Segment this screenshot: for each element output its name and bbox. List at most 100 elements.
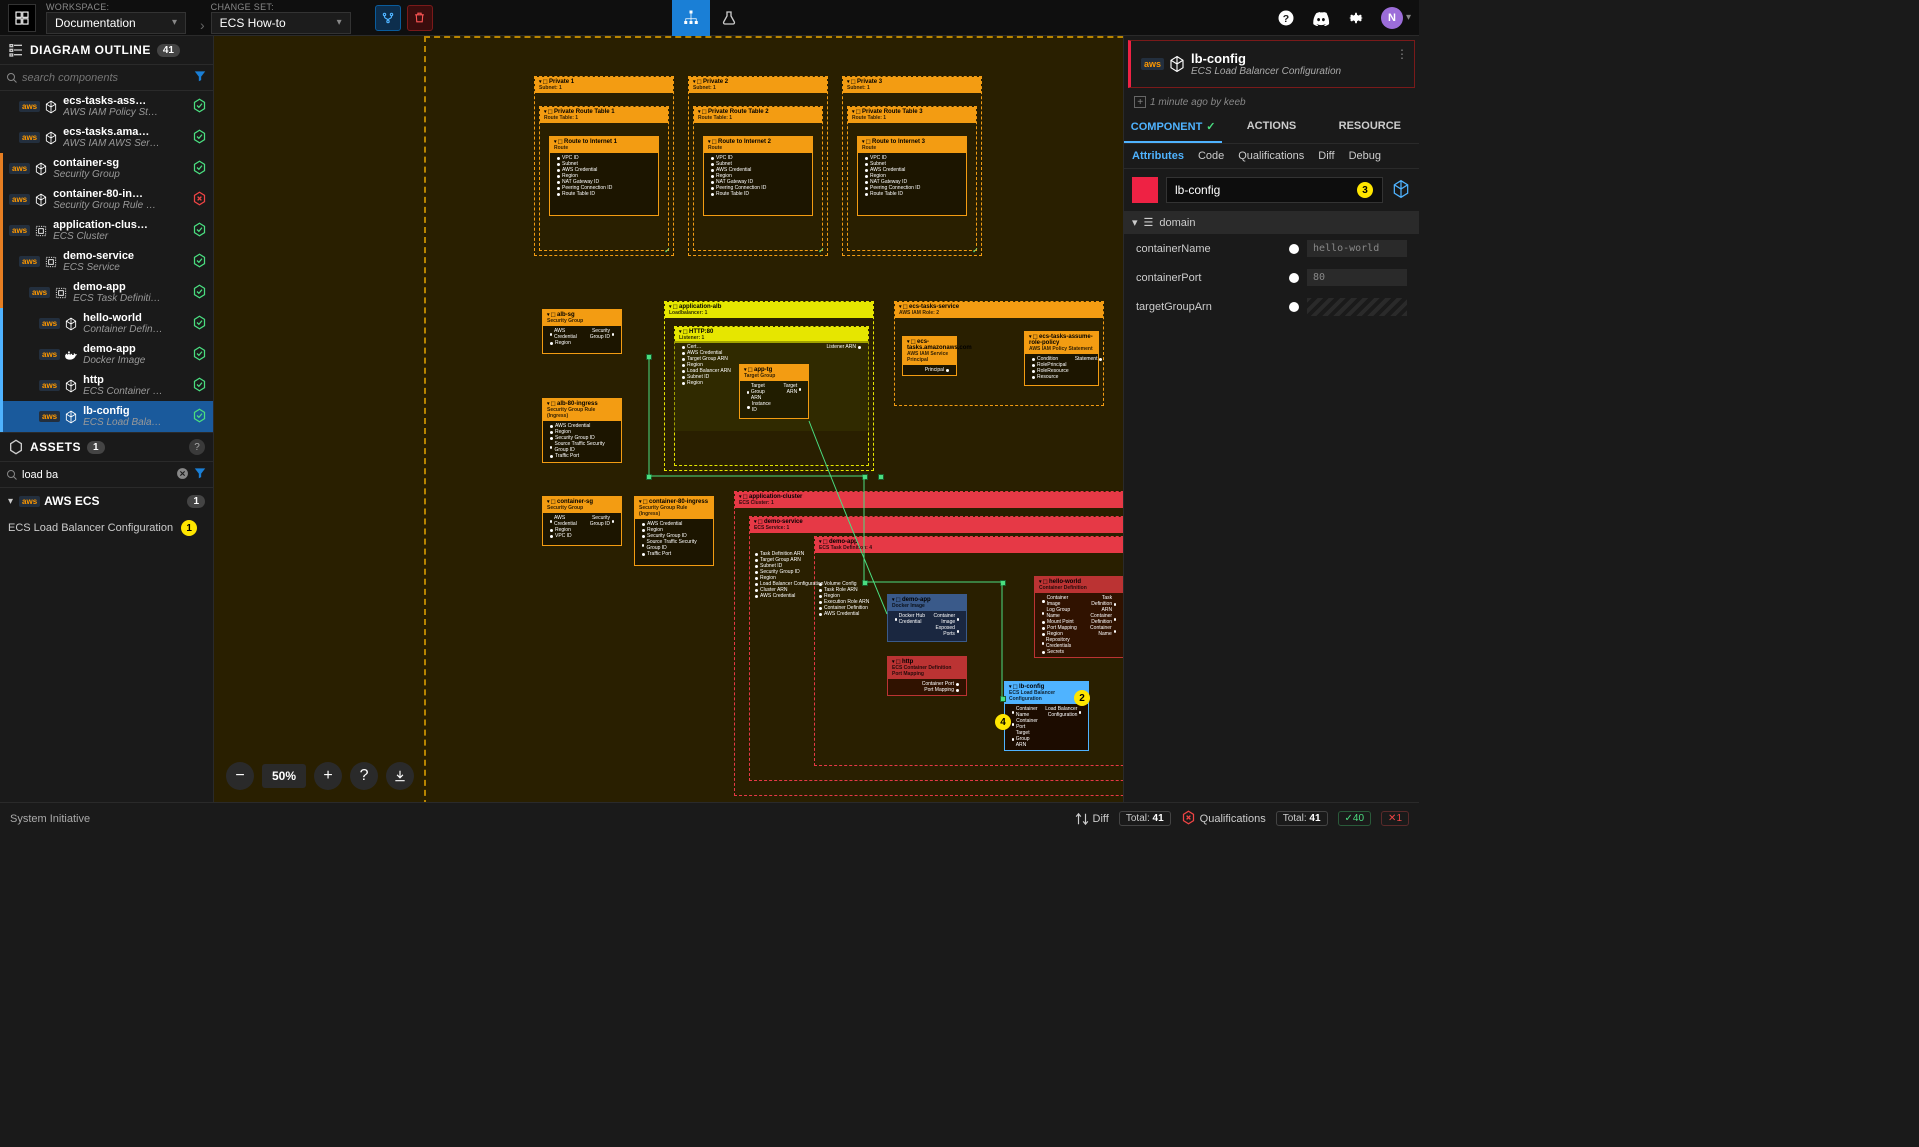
aws-badge-icon: aws: [39, 411, 60, 422]
breadcrumb-arrow-icon: ›: [200, 17, 205, 33]
diff-status[interactable]: Diff: [1075, 812, 1109, 826]
filter-icon[interactable]: [193, 466, 207, 483]
subtab-code[interactable]: Code: [1198, 150, 1224, 162]
right-panel: aws lb-config ECS Load Balancer Configur…: [1123, 36, 1419, 802]
annotation-4: 4: [995, 714, 1011, 730]
qualifications-status[interactable]: Qualifications: [1181, 810, 1266, 828]
delete-button[interactable]: [407, 5, 433, 31]
outline-item[interactable]: awscontainer-sgSecurity Group: [0, 153, 213, 184]
component-header: aws lb-config ECS Load Balancer Configur…: [1128, 40, 1415, 88]
canvas-node[interactable]: ▾ ⬚ alb-80-ingressSecurity Group Rule (I…: [542, 398, 622, 463]
outline-tree: awsecs-tasks-ass…AWS IAM Policy St…awsec…: [0, 91, 213, 432]
download-button[interactable]: [386, 762, 414, 790]
component-type-icon[interactable]: [1391, 179, 1411, 202]
node-type-icon: [44, 255, 58, 269]
discord-icon[interactable]: [1311, 10, 1331, 26]
zoom-out-button[interactable]: −: [226, 762, 254, 790]
app-logo[interactable]: [8, 4, 36, 32]
diagram-view-tab[interactable]: [672, 0, 710, 36]
subtab-qualifications[interactable]: Qualifications: [1238, 150, 1304, 162]
canvas-node[interactable]: ▾ ⬚ Route to Internet 1RouteVPC IDSubnet…: [549, 136, 659, 216]
settings-icon[interactable]: [1347, 9, 1365, 27]
color-swatch[interactable]: [1132, 177, 1158, 203]
tab-actions[interactable]: ACTIONS: [1222, 112, 1320, 143]
user-menu[interactable]: N ▾: [1381, 7, 1411, 29]
canvas-node[interactable]: ▾ ⬚ Route to Internet 2RouteVPC IDSubnet…: [703, 136, 813, 216]
canvas-node[interactable]: ▾ ⬚ ecs-tasks-assume-role-policyAWS IAM …: [1024, 331, 1099, 386]
lab-view-tab[interactable]: [710, 0, 748, 36]
outline-search-input[interactable]: [18, 70, 193, 86]
annotation-3: 3: [1357, 182, 1373, 198]
annotation-1: 1: [181, 520, 197, 536]
clear-icon[interactable]: [176, 467, 189, 483]
attribute-row: containerNamehello-world: [1124, 234, 1419, 263]
chevron-down-icon: ▾: [8, 496, 13, 507]
merge-button[interactable]: [375, 5, 401, 31]
subtab-attributes[interactable]: Attributes: [1132, 150, 1184, 162]
avatar: N: [1381, 7, 1403, 29]
canvas-node[interactable]: ▾ ⬚ demo-appDocker ImageDocker Hub Crede…: [887, 594, 967, 642]
outline-item[interactable]: awslb-configECS Load Bala…: [0, 401, 213, 432]
help-icon[interactable]: ?: [189, 439, 205, 455]
aws-badge-icon: aws: [19, 496, 40, 507]
component-name-row: 3: [1124, 169, 1419, 211]
workspace-selector[interactable]: WORKSPACE: Documentation▾: [46, 2, 186, 34]
canvas-node[interactable]: ▾ ⬚ httpECS Container Definition Port Ma…: [887, 656, 967, 696]
component-meta: + 1 minute ago by keeb: [1124, 92, 1419, 112]
x-circle-icon: [1181, 810, 1196, 828]
node-type-icon: [64, 379, 78, 393]
asset-group[interactable]: ▾ aws AWS ECS 1: [0, 488, 213, 514]
attribute-value[interactable]: [1307, 298, 1407, 316]
component-name-input[interactable]: [1166, 177, 1383, 203]
aws-badge-icon: aws: [1141, 58, 1164, 70]
canvas-node[interactable]: ▾ ⬚ ecs-tasks.amazonaws.comAWS IAM Servi…: [902, 336, 957, 376]
aws-badge-icon: aws: [9, 163, 30, 174]
assets-search-input[interactable]: [18, 467, 176, 483]
outline-item[interactable]: awscontainer-80-in…Security Group Rule …: [0, 184, 213, 215]
zoom-help-button[interactable]: ?: [350, 762, 378, 790]
outline-search-row: [0, 65, 213, 91]
outline-item[interactable]: awsecs-tasks-ass…AWS IAM Policy St…: [0, 91, 213, 122]
filter-icon[interactable]: [193, 69, 207, 86]
outline-item[interactable]: awsdemo-appDocker Image: [0, 339, 213, 370]
cube-icon: [1168, 55, 1186, 73]
search-icon: [6, 72, 18, 84]
aws-badge-icon: aws: [9, 194, 30, 205]
canvas-node[interactable]: ▾ ⬚ container-sgSecurity GroupAWS Creden…: [542, 496, 622, 546]
socket-icon[interactable]: [1289, 273, 1299, 283]
outline-item[interactable]: awsapplication-clus…ECS Cluster: [0, 215, 213, 246]
help-icon[interactable]: ?: [1277, 9, 1295, 27]
outline-item[interactable]: awsdemo-appECS Task Definiti…: [0, 277, 213, 308]
attribute-value[interactable]: hello-world: [1307, 240, 1407, 257]
canvas-node[interactable]: ▾ ⬚ alb-sgSecurity GroupAWS CredentialRe…: [542, 309, 622, 354]
attribute-value[interactable]: 80: [1307, 269, 1407, 286]
outline-item[interactable]: awshttpECS Container …: [0, 370, 213, 401]
check-hexagon-icon: [192, 129, 207, 147]
outline-item[interactable]: awsecs-tasks.ama…AWS IAM AWS Ser…: [0, 122, 213, 153]
canvas-node[interactable]: ▾ ⬚ app-tgTarget GroupTarget Group ARNIn…: [739, 364, 809, 419]
domain-section-header[interactable]: ▾ ☰ domain: [1124, 211, 1419, 234]
outline-item[interactable]: awsdemo-serviceECS Service: [0, 246, 213, 277]
zoom-in-button[interactable]: +: [314, 762, 342, 790]
chevron-down-icon: ▾: [172, 17, 177, 28]
canvas-node[interactable]: ▾ ⬚ hello-worldContainer DefinitionConta…: [1034, 576, 1123, 658]
outline-item[interactable]: awshello-worldContainer Defin…: [0, 308, 213, 339]
outline-header: DIAGRAM OUTLINE 41: [0, 36, 213, 65]
subtab-diff[interactable]: Diff: [1318, 150, 1334, 162]
outline-icon: [8, 42, 24, 58]
aws-badge-icon: aws: [9, 225, 30, 236]
view-mode-tabs: [672, 0, 748, 36]
canvas-node[interactable]: ▾ ⬚ container-80-ingressSecurity Group R…: [634, 496, 714, 566]
node-type-icon: [54, 286, 68, 300]
socket-icon[interactable]: [1289, 244, 1299, 254]
tab-component[interactable]: COMPONENT✓: [1124, 112, 1222, 143]
asset-result[interactable]: ECS Load Balancer Configuration 1: [0, 514, 213, 542]
canvas[interactable]: ▾ ⬚ Private 1Subnet: 1▾ ⬚ Private Route …: [214, 36, 1123, 802]
check-hexagon-icon: [192, 377, 207, 395]
kebab-menu-icon[interactable]: ⋮: [1396, 47, 1408, 61]
socket-icon[interactable]: [1289, 302, 1299, 312]
canvas-node[interactable]: ▾ ⬚ Route to Internet 3RouteVPC IDSubnet…: [857, 136, 967, 216]
changeset-selector[interactable]: CHANGE SET: ECS How-to▾: [211, 2, 351, 34]
tab-resource[interactable]: RESOURCE: [1321, 112, 1419, 143]
subtab-debug[interactable]: Debug: [1349, 150, 1381, 162]
